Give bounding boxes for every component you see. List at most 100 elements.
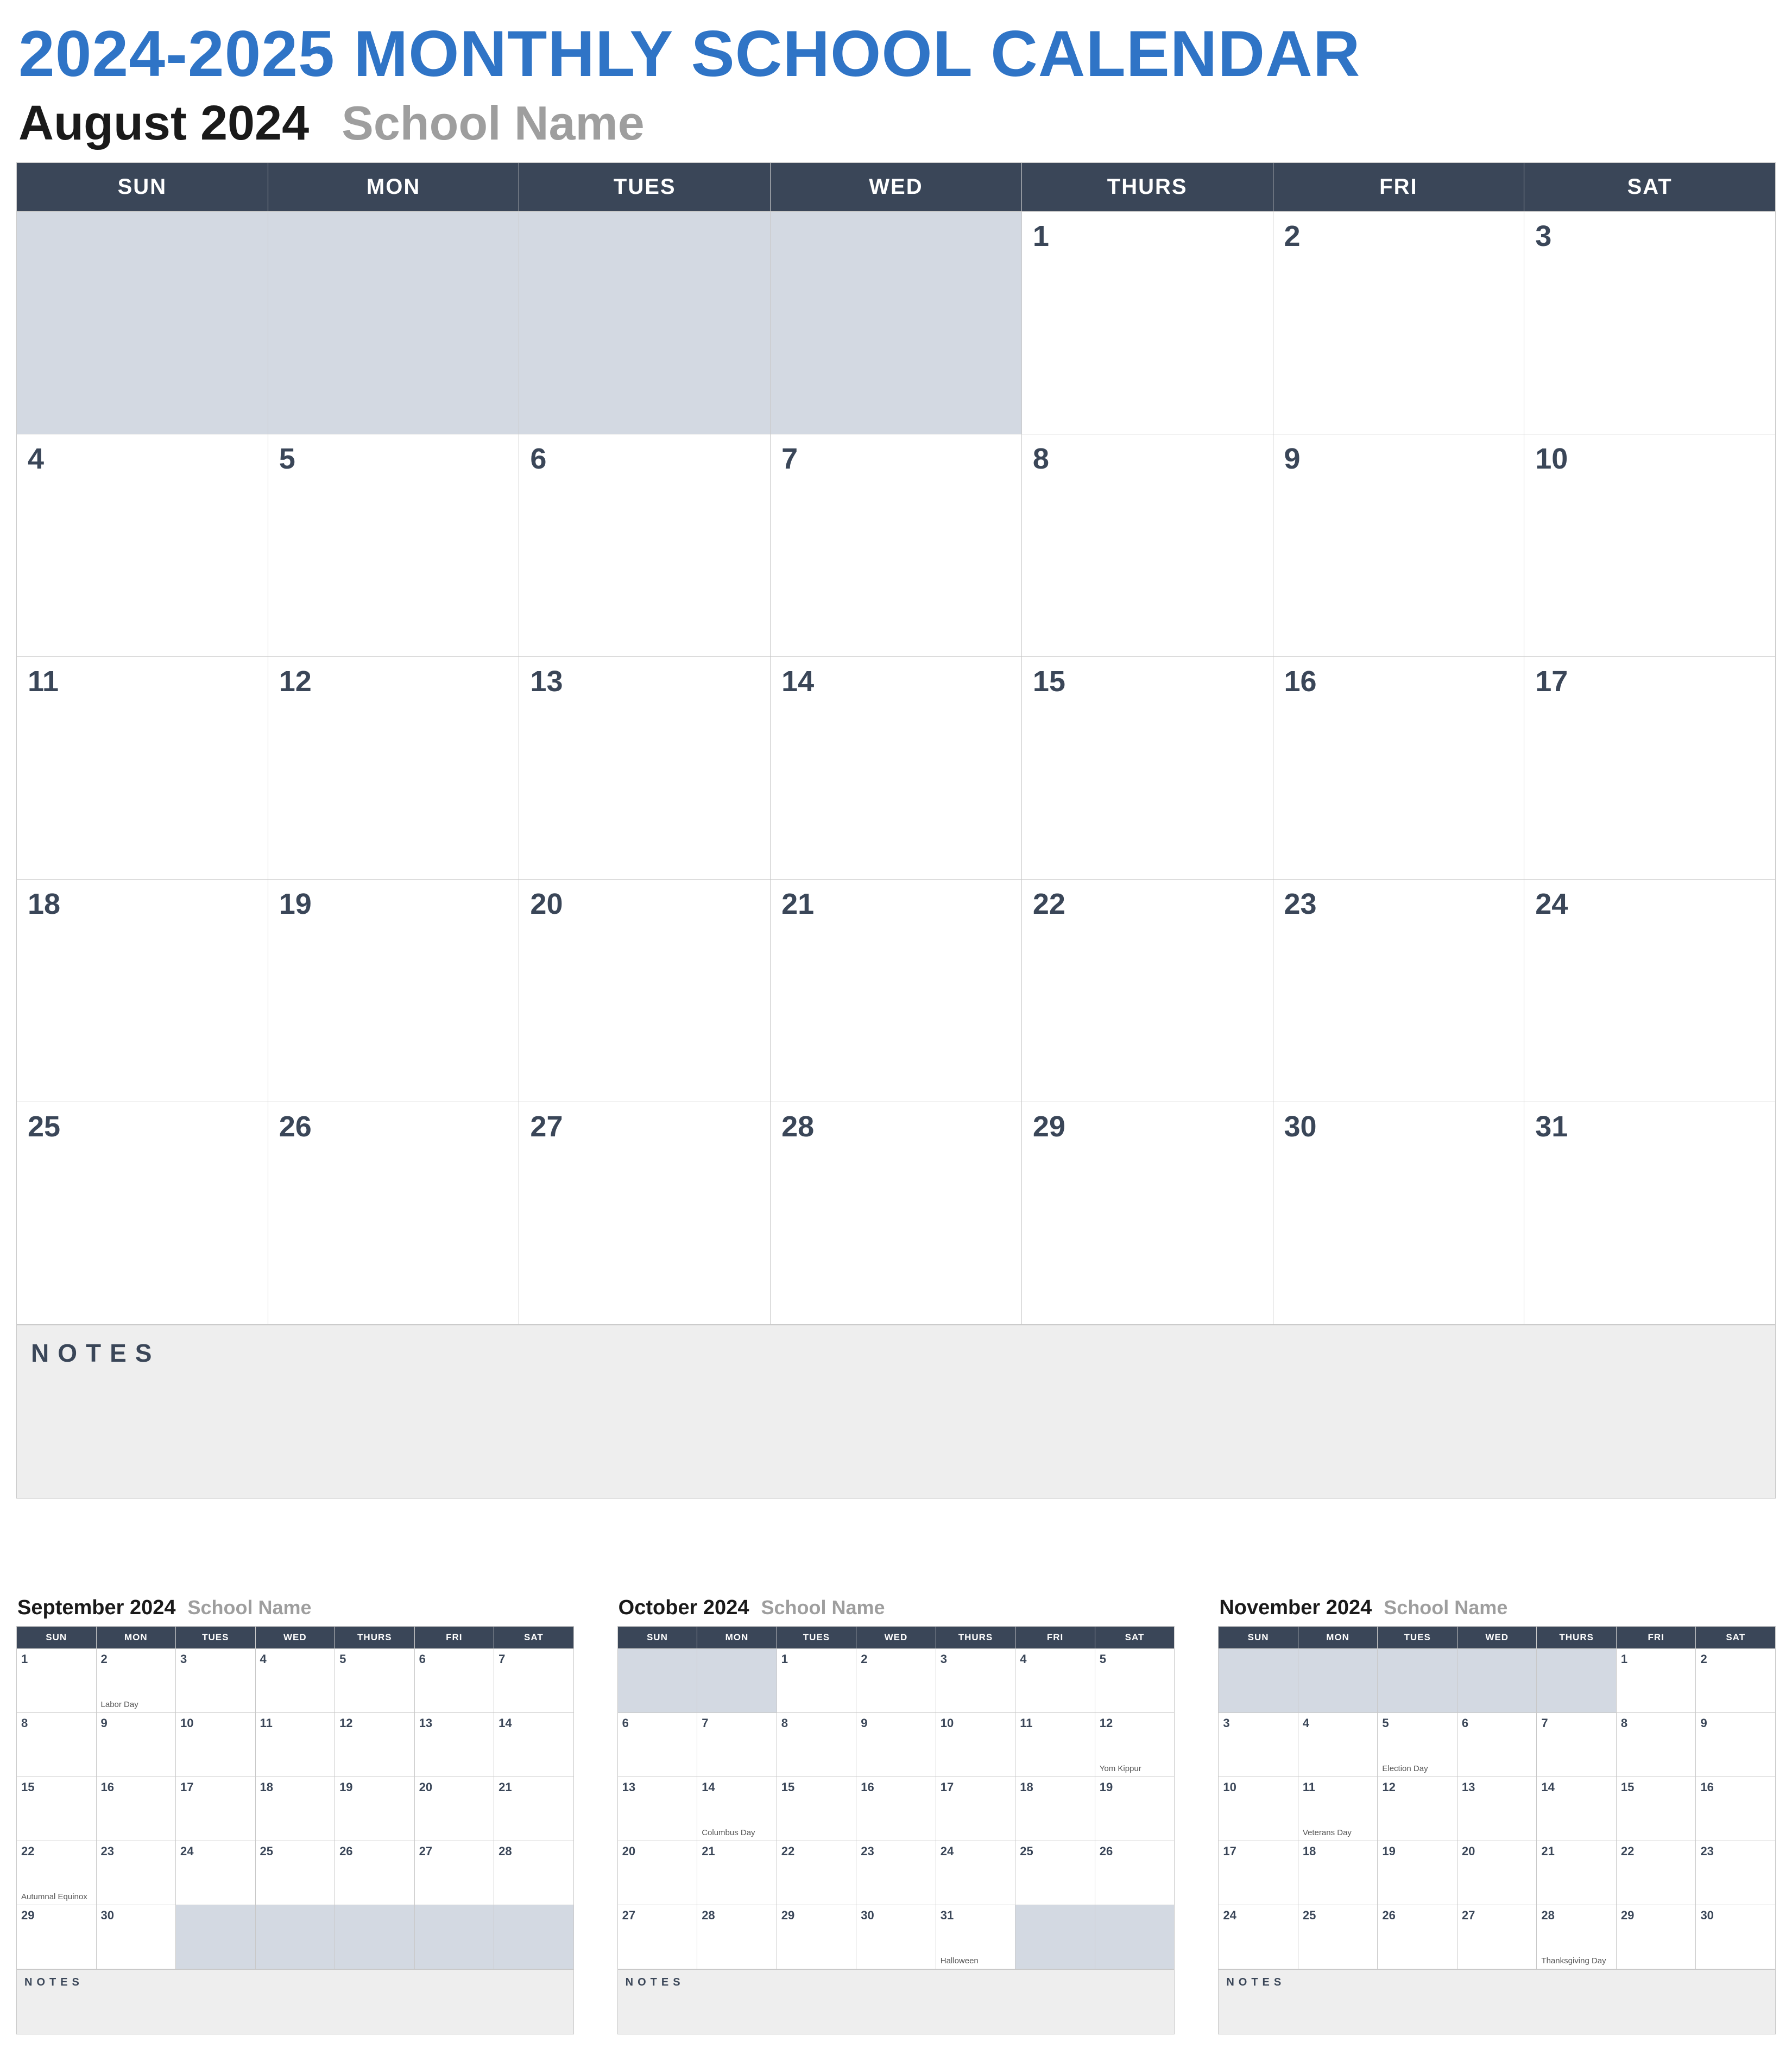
calendar-cell[interactable]: 2 <box>856 1649 936 1713</box>
calendar-cell[interactable]: 9 <box>1696 1713 1776 1777</box>
calendar-cell[interactable]: 24 <box>1219 1905 1298 1969</box>
calendar-cell[interactable]: 6 <box>1457 1713 1537 1777</box>
calendar-cell[interactable]: 3 <box>936 1649 1015 1713</box>
calendar-cell[interactable]: 17 <box>176 1777 256 1841</box>
calendar-cell[interactable]: 7 <box>771 434 1022 657</box>
mini-notes-box[interactable]: NOTES <box>1218 1969 1776 2034</box>
calendar-cell[interactable]: 26 <box>335 1841 415 1905</box>
calendar-cell[interactable]: 11Veterans Day <box>1298 1777 1378 1841</box>
calendar-cell[interactable]: 24 <box>1524 880 1776 1102</box>
calendar-cell[interactable]: 14 <box>1537 1777 1617 1841</box>
calendar-cell[interactable]: 21 <box>1537 1841 1617 1905</box>
calendar-cell[interactable]: 26 <box>1095 1841 1175 1905</box>
calendar-cell[interactable]: 22Autumnal Equinox <box>17 1841 97 1905</box>
calendar-cell[interactable]: 15 <box>1616 1777 1696 1841</box>
calendar-cell[interactable]: 15 <box>777 1777 856 1841</box>
calendar-cell[interactable]: 27 <box>519 1102 771 1325</box>
main-notes-box[interactable]: NOTES <box>16 1325 1776 1499</box>
calendar-cell[interactable]: 22 <box>1021 880 1273 1102</box>
calendar-cell[interactable]: 11 <box>17 657 268 880</box>
calendar-cell[interactable]: 16 <box>96 1777 176 1841</box>
calendar-cell[interactable]: 12 <box>1378 1777 1457 1841</box>
calendar-cell[interactable]: 18 <box>255 1777 335 1841</box>
calendar-cell[interactable]: 20 <box>1457 1841 1537 1905</box>
calendar-cell[interactable]: 7 <box>494 1649 574 1713</box>
calendar-cell[interactable]: 3 <box>1219 1713 1298 1777</box>
calendar-cell[interactable]: 8 <box>777 1713 856 1777</box>
calendar-cell[interactable]: 5 <box>268 434 519 657</box>
calendar-cell[interactable]: 10 <box>936 1713 1015 1777</box>
calendar-cell[interactable]: 29 <box>777 1905 856 1969</box>
calendar-cell[interactable]: 19 <box>335 1777 415 1841</box>
calendar-cell[interactable]: 12Yom Kippur <box>1095 1713 1175 1777</box>
calendar-cell[interactable]: 24 <box>936 1841 1015 1905</box>
calendar-cell[interactable]: 3 <box>1524 212 1776 434</box>
calendar-cell[interactable]: 17 <box>1524 657 1776 880</box>
calendar-cell[interactable]: 13 <box>519 657 771 880</box>
calendar-cell[interactable]: 1 <box>17 1649 97 1713</box>
calendar-cell[interactable]: 20 <box>414 1777 494 1841</box>
calendar-cell[interactable]: 7 <box>1537 1713 1617 1777</box>
calendar-cell[interactable]: 10 <box>1219 1777 1298 1841</box>
calendar-cell[interactable]: 5Election Day <box>1378 1713 1457 1777</box>
calendar-cell[interactable]: 4 <box>255 1649 335 1713</box>
calendar-cell[interactable]: 19 <box>1378 1841 1457 1905</box>
calendar-cell[interactable]: 9 <box>1273 434 1524 657</box>
calendar-cell[interactable]: 28Thanksgiving Day <box>1537 1905 1617 1969</box>
calendar-cell[interactable]: 23 <box>856 1841 936 1905</box>
calendar-cell[interactable]: 14Columbus Day <box>697 1777 777 1841</box>
calendar-cell[interactable]: 10 <box>1524 434 1776 657</box>
calendar-cell[interactable]: 27 <box>617 1905 697 1969</box>
calendar-cell[interactable]: 30 <box>1273 1102 1524 1325</box>
calendar-cell[interactable]: 23 <box>96 1841 176 1905</box>
calendar-cell[interactable]: 21 <box>494 1777 574 1841</box>
calendar-cell[interactable]: 16 <box>1273 657 1524 880</box>
calendar-cell[interactable]: 6 <box>519 434 771 657</box>
calendar-cell[interactable]: 30 <box>1696 1905 1776 1969</box>
calendar-cell[interactable]: 27 <box>1457 1905 1537 1969</box>
calendar-cell[interactable]: 29 <box>17 1905 97 1969</box>
calendar-cell[interactable]: 14 <box>494 1713 574 1777</box>
calendar-cell[interactable]: 13 <box>414 1713 494 1777</box>
calendar-cell[interactable]: 21 <box>771 880 1022 1102</box>
calendar-cell[interactable]: 9 <box>856 1713 936 1777</box>
calendar-cell[interactable]: 16 <box>1696 1777 1776 1841</box>
calendar-cell[interactable]: 23 <box>1696 1841 1776 1905</box>
calendar-cell[interactable]: 15 <box>1021 657 1273 880</box>
calendar-cell[interactable]: 1 <box>777 1649 856 1713</box>
calendar-cell[interactable]: 22 <box>1616 1841 1696 1905</box>
calendar-cell[interactable]: 4 <box>1015 1649 1095 1713</box>
calendar-cell[interactable]: 11 <box>1015 1713 1095 1777</box>
calendar-cell[interactable]: 28 <box>697 1905 777 1969</box>
calendar-cell[interactable]: 18 <box>17 880 268 1102</box>
calendar-cell[interactable]: 12 <box>335 1713 415 1777</box>
calendar-cell[interactable]: 30 <box>856 1905 936 1969</box>
calendar-cell[interactable]: 13 <box>617 1777 697 1841</box>
calendar-cell[interactable]: 25 <box>1298 1905 1378 1969</box>
calendar-cell[interactable]: 4 <box>1298 1713 1378 1777</box>
calendar-cell[interactable]: 29 <box>1021 1102 1273 1325</box>
calendar-cell[interactable]: 25 <box>17 1102 268 1325</box>
calendar-cell[interactable]: 7 <box>697 1713 777 1777</box>
calendar-cell[interactable]: 14 <box>771 657 1022 880</box>
calendar-cell[interactable]: 22 <box>777 1841 856 1905</box>
calendar-cell[interactable]: 5 <box>335 1649 415 1713</box>
calendar-cell[interactable]: 8 <box>1616 1713 1696 1777</box>
calendar-cell[interactable]: 18 <box>1015 1777 1095 1841</box>
calendar-cell[interactable]: 4 <box>17 434 268 657</box>
calendar-cell[interactable]: 28 <box>771 1102 1022 1325</box>
calendar-cell[interactable]: 2 <box>1696 1649 1776 1713</box>
calendar-cell[interactable]: 2 <box>1273 212 1524 434</box>
calendar-cell[interactable]: 12 <box>268 657 519 880</box>
calendar-cell[interactable]: 1 <box>1616 1649 1696 1713</box>
calendar-cell[interactable]: 11 <box>255 1713 335 1777</box>
calendar-cell[interactable]: 27 <box>414 1841 494 1905</box>
calendar-cell[interactable]: 26 <box>1378 1905 1457 1969</box>
calendar-cell[interactable]: 20 <box>519 880 771 1102</box>
calendar-cell[interactable]: 2Labor Day <box>96 1649 176 1713</box>
calendar-cell[interactable]: 19 <box>1095 1777 1175 1841</box>
calendar-cell[interactable]: 28 <box>494 1841 574 1905</box>
calendar-cell[interactable]: 6 <box>414 1649 494 1713</box>
calendar-cell[interactable]: 26 <box>268 1102 519 1325</box>
calendar-cell[interactable]: 25 <box>1015 1841 1095 1905</box>
